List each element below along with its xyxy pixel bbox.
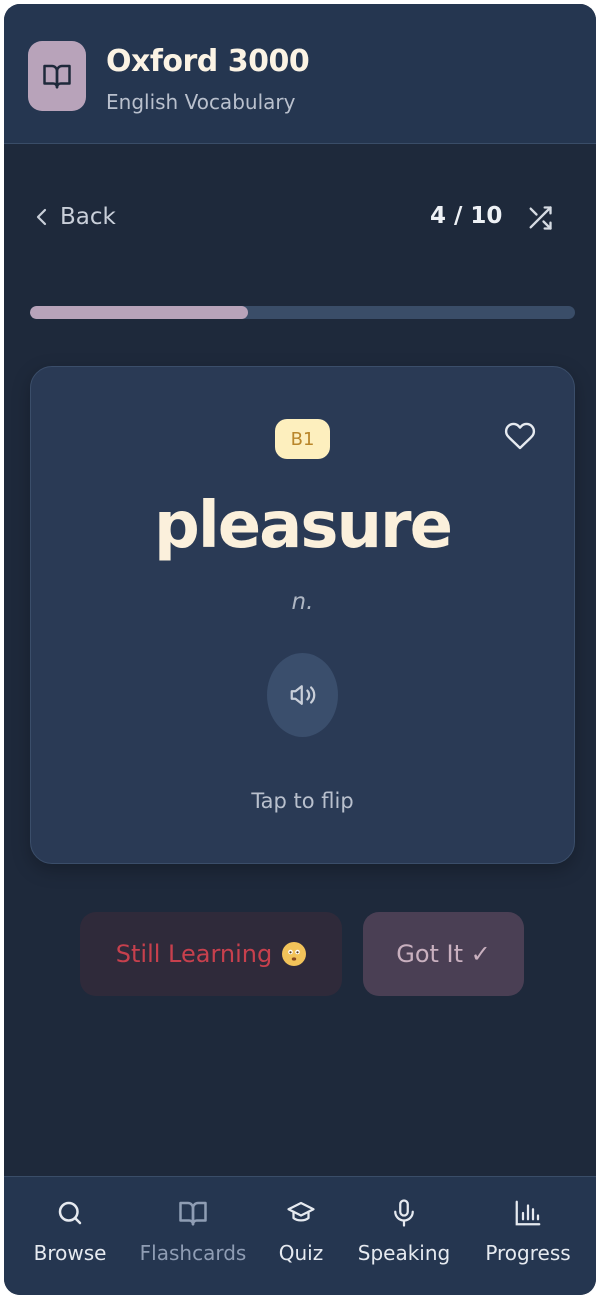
tab-label: Quiz — [278, 1241, 324, 1265]
chevron-left-icon — [36, 208, 47, 226]
tab-label: Flashcards — [139, 1241, 247, 1265]
tab-label: Progress — [485, 1241, 571, 1265]
worried-face-icon — [282, 942, 307, 966]
progress-bar — [30, 306, 575, 319]
heart-icon — [504, 422, 536, 450]
tab-quiz[interactable]: Quiz — [278, 1193, 324, 1273]
app-screen: Oxford 3000 English Vocabulary Back 4 / … — [4, 4, 596, 1295]
still-learning-button[interactable]: Still Learning — [80, 912, 342, 996]
still-learning-label: Still Learning — [115, 940, 273, 968]
bottom-tab-bar: Browse Flashcards Quiz Speaking Progress — [4, 1176, 596, 1295]
progress-fill — [30, 306, 248, 319]
flashcard[interactable]: B1 pleasure n. Tap to flip — [30, 366, 575, 864]
app-logo — [28, 41, 86, 111]
tab-browse[interactable]: Browse — [34, 1193, 106, 1273]
shuffle-button[interactable] — [524, 202, 556, 234]
level-badge: B1 — [275, 419, 330, 459]
graduation-cap-icon — [285, 1193, 317, 1233]
microphone-icon — [389, 1193, 419, 1233]
search-icon — [55, 1193, 85, 1233]
part-of-speech: n. — [291, 589, 314, 615]
book-icon — [177, 1193, 209, 1233]
app-title: Oxford 3000 — [106, 44, 310, 79]
flashcard-word: pleasure — [154, 489, 453, 563]
tab-flashcards[interactable]: Flashcards — [140, 1193, 246, 1273]
tab-label: Browse — [33, 1241, 107, 1265]
got-it-button[interactable]: Got It ✓ — [363, 912, 524, 996]
pronounce-button[interactable] — [267, 653, 338, 737]
card-counter: 4 / 10 — [430, 203, 503, 229]
back-label: Back — [60, 204, 116, 230]
back-button[interactable]: Back — [34, 200, 116, 234]
tab-progress[interactable]: Progress — [484, 1193, 572, 1273]
tab-speaking[interactable]: Speaking — [358, 1193, 450, 1273]
shuffle-icon — [529, 206, 552, 230]
speaker-icon — [290, 685, 315, 705]
tab-label: Speaking — [357, 1241, 451, 1265]
favorite-button[interactable] — [501, 417, 539, 455]
got-it-label: Got It ✓ — [396, 940, 491, 968]
bar-chart-icon — [513, 1193, 543, 1233]
app-subtitle: English Vocabulary — [106, 90, 296, 114]
book-icon — [43, 64, 71, 89]
flip-hint: Tap to flip — [251, 789, 354, 813]
app-header: Oxford 3000 English Vocabulary — [4, 4, 596, 144]
